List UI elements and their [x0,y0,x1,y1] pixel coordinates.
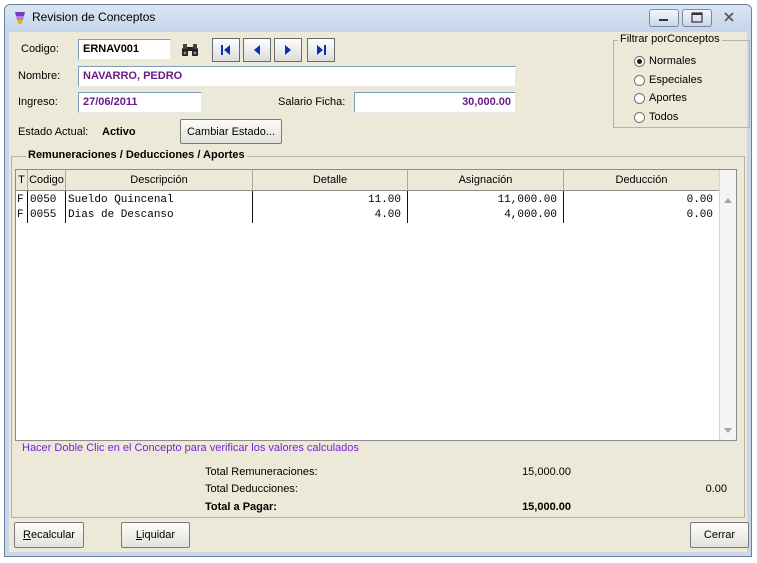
radio-normales-dot [634,55,645,67]
cell-descripcion: Dias de Descanso [68,209,174,221]
binoculars-icon [182,44,198,56]
column-divider [65,191,66,223]
column-header-deduccion[interactable]: Deducción [564,170,720,191]
ingreso-input[interactable]: 27/06/2011 [78,92,202,113]
cell-t: F [17,209,24,221]
nombre-label: Nombre: [18,70,61,82]
first-record-button[interactable] [212,38,240,62]
liquidar-label: iquidar [142,529,176,541]
total-deducciones-value: 0.00 [705,483,727,495]
vertical-scrollbar[interactable] [719,170,736,440]
previous-record-icon [254,45,260,55]
column-header-codigo[interactable]: Codigo [28,170,66,191]
radio-especiales-dot [634,74,645,86]
radio-aportes-label: Aportes [649,92,687,104]
filter-group-title: Filtrar porConceptos [618,33,722,45]
radio-todos-label: Todos [649,111,679,123]
cerrar-button[interactable]: Cerrar [690,522,749,548]
cell-asignacion: 4,000.00 [504,209,557,221]
codigo-input[interactable]: ERNAV001 [78,39,171,60]
column-header-descripcion[interactable]: Descripción [66,170,253,191]
radio-todos-dot [634,111,645,123]
cell-detalle: 11.00 [367,194,401,206]
grid-hint: Hacer Doble Clic en el Concepto para ver… [22,442,359,454]
cambiar-estado-button[interactable]: Cambiar Estado... [180,119,282,144]
radio-todos[interactable]: Todos [634,110,678,124]
minimize-icon [659,19,668,21]
estado-label: Estado Actual: [18,126,89,138]
radio-aportes-dot [634,92,645,104]
title-bar: Revision de Conceptos [5,5,751,31]
column-header-detalle[interactable]: Detalle [253,170,408,191]
maximize-button[interactable] [682,9,712,27]
minimize-button[interactable] [649,9,679,27]
last-record-icon [317,45,326,55]
cell-asignacion: 11,000.00 [497,194,557,206]
close-button[interactable] [715,9,747,27]
recalcular-button[interactable]: Recalcular [14,522,84,548]
total-remuneraciones-value: 15,000.00 [522,466,571,478]
ingreso-label: Ingreso: [18,96,58,108]
close-icon [724,12,734,22]
grid-group-title: Remuneraciones / Deducciones / Aportes [26,149,247,161]
maximize-icon [691,12,703,23]
liquidar-button[interactable]: Liquidar [121,522,190,548]
scroll-down-button[interactable] [721,422,735,438]
cell-descripcion: Sueldo Quincenal [68,194,174,206]
salario-input[interactable]: 30,000.00 [354,92,516,113]
estado-value: Activo [102,126,136,138]
search-button[interactable] [179,40,201,60]
radio-normales[interactable]: Normales [634,54,696,68]
cell-codigo: 0050 [30,194,57,206]
total-pagar-label: Total a Pagar: [205,501,277,513]
total-pagar-value: 15,000.00 [522,501,571,513]
last-record-button[interactable] [307,38,335,62]
app-icon [15,12,25,24]
cell-deduccion: 0.00 [686,194,713,206]
radio-normales-label: Normales [649,55,697,67]
window: Revision de Conceptos Codigo: ERNAV001 N… [4,4,752,557]
filter-group: Normales Especiales Aportes Todos [613,40,750,128]
codigo-label: Codigo: [21,43,59,55]
radio-aportes[interactable]: Aportes [634,91,687,105]
cell-deduccion: 0.00 [686,209,713,221]
recalcular-accelerator: R [23,529,31,541]
scroll-down-icon [724,427,732,433]
cell-codigo: 0055 [30,209,57,221]
column-header-t[interactable]: T [16,170,28,191]
next-record-icon [285,45,291,55]
window-title: Revision de Conceptos [32,10,156,24]
cell-detalle: 4.00 [374,209,401,221]
first-record-icon [221,45,230,55]
previous-record-button[interactable] [243,38,271,62]
scroll-up-button[interactable] [721,192,735,208]
column-header-asignacion[interactable]: Asignación [408,170,564,191]
salario-label: Salario Ficha: [278,96,346,108]
total-remuneraciones-label: Total Remuneraciones: [205,466,318,478]
cell-t: F [17,194,24,206]
radio-especiales-label: Especiales [649,74,703,86]
radio-especiales[interactable]: Especiales [634,73,702,87]
recalcular-label: ecalcular [30,529,75,541]
total-deducciones-label: Total Deducciones: [205,483,298,495]
next-record-button[interactable] [274,38,302,62]
concepts-grid[interactable]: T Codigo Descripción Detalle Asignación … [15,169,737,441]
form-body: Codigo: ERNAV001 Nombre: NAVARRO, PEDRO … [9,32,750,552]
nombre-input[interactable]: NAVARRO, PEDRO [78,66,516,87]
scroll-up-icon [724,197,732,203]
column-divider [27,191,28,223]
